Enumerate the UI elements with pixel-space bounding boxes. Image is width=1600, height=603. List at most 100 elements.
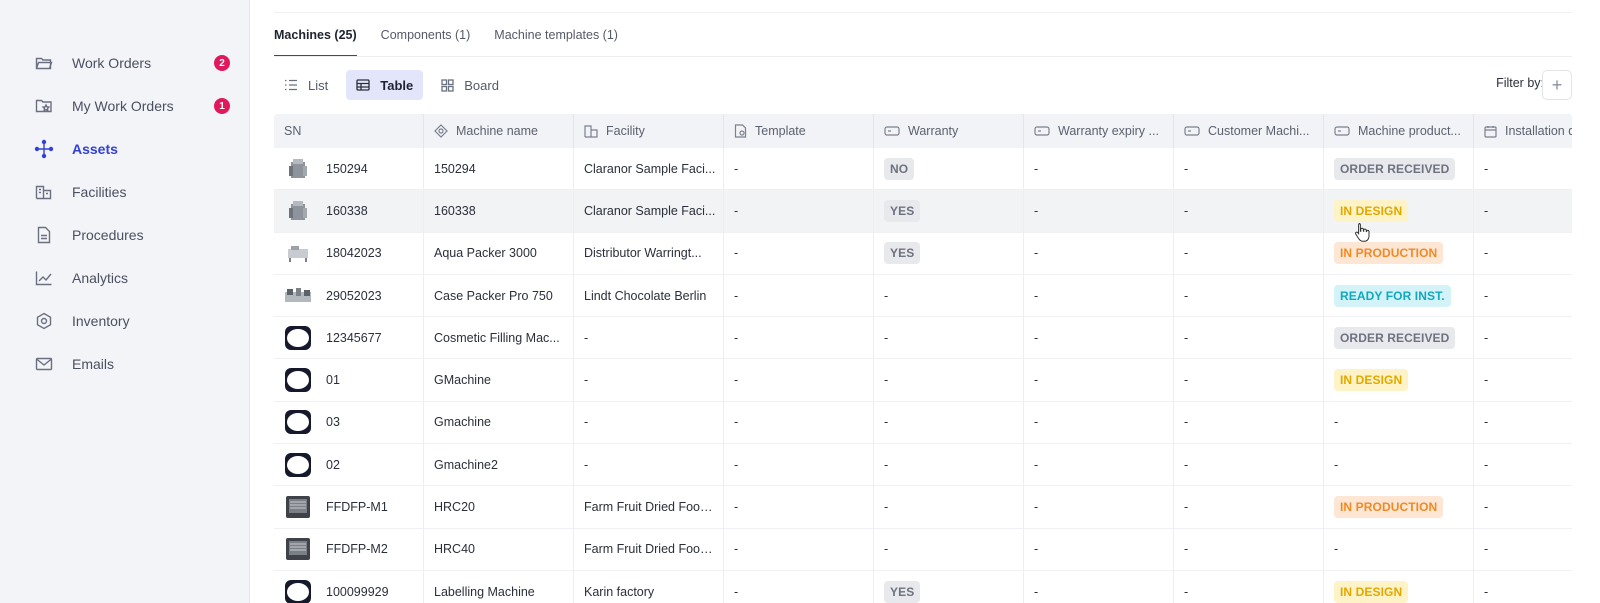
sidebar-item-work-orders[interactable]: Work Orders 2 — [34, 48, 234, 78]
cell-warranty-expiry[interactable]: - — [1024, 148, 1174, 190]
cell-machine-name[interactable]: Case Packer Pro 750 — [424, 274, 574, 317]
cell-customer-machine[interactable]: - — [1174, 190, 1324, 232]
board-view-button[interactable]: Board — [431, 70, 509, 100]
cell-warranty[interactable]: YES — [874, 190, 1024, 232]
cell-warranty-expiry[interactable]: - — [1024, 317, 1174, 359]
cell-warranty[interactable]: - — [874, 274, 1024, 317]
sidebar-item-inventory[interactable]: Inventory — [34, 306, 234, 336]
column-header-warranty[interactable]: Warranty — [874, 114, 1024, 148]
cell-warranty-expiry[interactable]: - — [1024, 486, 1174, 528]
cell-warranty[interactable]: - — [874, 486, 1024, 528]
cell-template[interactable]: - — [724, 148, 874, 190]
cell-facility[interactable]: - — [574, 317, 724, 359]
cell-machine-production[interactable]: ORDER RECEIVED — [1324, 148, 1474, 190]
cell-sn[interactable]: FFDFP-M2 — [274, 528, 424, 570]
table-view-button[interactable]: Table — [346, 70, 424, 100]
cell-machine-name[interactable]: Gmachine — [424, 401, 574, 444]
cell-machine-production[interactable]: - — [1324, 401, 1474, 444]
cell-customer-machine[interactable]: - — [1174, 232, 1324, 274]
cell-template[interactable]: - — [724, 528, 874, 570]
cell-customer-machine[interactable]: - — [1174, 528, 1324, 570]
cell-facility[interactable]: Distributor Warringt... — [574, 232, 724, 274]
cell-template[interactable]: - — [724, 401, 874, 444]
table-row[interactable]: 29052023 Case Packer Pro 750 Lindt Choco… — [274, 274, 1572, 318]
column-header-template[interactable]: Template — [724, 114, 874, 148]
cell-facility[interactable]: Farm Fruit Dried Food... — [574, 528, 724, 570]
table-row[interactable]: FFDFP-M1 HRC20 Farm Fruit Dried Food... … — [274, 486, 1572, 529]
table-row[interactable]: 01 GMachine - - - - - IN DESIGN - — [274, 359, 1572, 402]
column-header-installation[interactable]: Installation d — [1474, 114, 1572, 148]
cell-customer-machine[interactable]: - — [1174, 444, 1324, 486]
table-row[interactable]: 150294 150294 Claranor Sample Faci... - … — [274, 148, 1572, 191]
cell-facility[interactable]: - — [574, 401, 724, 444]
table-row[interactable]: FFDFP-M2 HRC40 Farm Fruit Dried Food... … — [274, 528, 1572, 571]
cell-customer-machine[interactable]: - — [1174, 317, 1324, 359]
cell-template[interactable]: - — [724, 232, 874, 274]
cell-customer-machine[interactable]: - — [1174, 570, 1324, 603]
cell-installation[interactable]: - — [1474, 444, 1572, 485]
cell-sn[interactable]: 18042023 — [274, 232, 424, 274]
cell-warranty[interactable]: - — [874, 401, 1024, 444]
column-header-machine-name[interactable]: Machine name — [424, 114, 574, 148]
table-row[interactable]: 12345677 Cosmetic Filling Mac... - - - -… — [274, 317, 1572, 360]
cell-machine-name[interactable]: Cosmetic Filling Mac... — [424, 317, 574, 359]
cell-installation[interactable]: - — [1474, 529, 1572, 570]
cell-installation[interactable]: - — [1474, 190, 1572, 231]
tab-components[interactable]: Components (1) — [381, 26, 471, 58]
cell-sn[interactable]: 160338 — [274, 190, 424, 232]
cell-customer-machine[interactable]: - — [1174, 486, 1324, 528]
cell-machine-production[interactable]: - — [1324, 444, 1474, 486]
cell-sn[interactable]: 100099929 — [274, 570, 424, 603]
table-row[interactable]: 02 Gmachine2 - - - - - - - — [274, 444, 1572, 487]
cell-machine-production[interactable]: IN DESIGN — [1324, 190, 1474, 232]
cell-template[interactable]: - — [724, 444, 874, 486]
sidebar-item-my-work-orders[interactable]: My Work Orders 1 — [34, 91, 234, 121]
cell-customer-machine[interactable]: - — [1174, 359, 1324, 401]
cell-machine-production[interactable]: IN PRODUCTION — [1324, 486, 1474, 528]
list-view-button[interactable]: List — [274, 70, 338, 100]
cell-installation[interactable]: - — [1474, 571, 1572, 603]
cell-installation[interactable]: - — [1474, 233, 1572, 274]
cell-machine-production[interactable]: IN DESIGN — [1324, 570, 1474, 603]
cell-facility[interactable]: Claranor Sample Faci... — [574, 148, 724, 190]
cell-sn[interactable]: 01 — [274, 359, 424, 401]
cell-template[interactable]: - — [724, 359, 874, 401]
cell-installation[interactable]: - — [1474, 359, 1572, 400]
cell-warranty[interactable]: - — [874, 528, 1024, 570]
cell-machine-name[interactable]: Labelling Machine — [424, 570, 574, 603]
sidebar-item-analytics[interactable]: Analytics — [34, 263, 234, 293]
column-header-facility[interactable]: Facility — [574, 114, 724, 148]
cell-sn[interactable]: 12345677 — [274, 317, 424, 359]
cell-machine-production[interactable]: ORDER RECEIVED — [1324, 317, 1474, 359]
cell-sn[interactable]: 02 — [274, 444, 424, 486]
cell-warranty-expiry[interactable]: - — [1024, 401, 1174, 444]
cell-warranty[interactable]: - — [874, 359, 1024, 401]
cell-machine-name[interactable]: Gmachine2 — [424, 444, 574, 486]
cell-installation[interactable]: - — [1474, 317, 1572, 358]
cell-installation[interactable]: - — [1474, 275, 1572, 316]
cell-warranty-expiry[interactable]: - — [1024, 232, 1174, 274]
cell-warranty-expiry[interactable]: - — [1024, 570, 1174, 603]
table-row[interactable]: 100099929 Labelling Machine Karin factor… — [274, 570, 1572, 603]
cell-customer-machine[interactable]: - — [1174, 148, 1324, 190]
column-header-sn[interactable]: SN — [274, 114, 424, 148]
cell-warranty-expiry[interactable]: - — [1024, 359, 1174, 401]
table-row[interactable]: 160338 160338 Claranor Sample Faci... - … — [274, 190, 1572, 233]
cell-warranty[interactable]: - — [874, 444, 1024, 486]
cell-warranty[interactable]: YES — [874, 232, 1024, 274]
cell-template[interactable]: - — [724, 274, 874, 317]
tab-machine-templates[interactable]: Machine templates (1) — [494, 26, 618, 58]
table-row[interactable]: 03 Gmachine - - - - - - - — [274, 401, 1572, 445]
cell-machine-name[interactable]: HRC20 — [424, 486, 574, 528]
table-row[interactable]: 18042023 Aqua Packer 3000 Distributor Wa… — [274, 232, 1572, 275]
cell-sn[interactable]: 150294 — [274, 148, 424, 190]
cell-sn[interactable]: 29052023 — [274, 274, 424, 317]
sidebar-item-assets[interactable]: Assets — [34, 134, 234, 164]
sidebar-item-procedures[interactable]: Procedures — [34, 220, 234, 250]
cell-sn[interactable]: FFDFP-M1 — [274, 486, 424, 528]
cell-warranty[interactable]: NO — [874, 148, 1024, 190]
cell-facility[interactable]: - — [574, 359, 724, 401]
cell-customer-machine[interactable]: - — [1174, 274, 1324, 317]
cell-installation[interactable]: - — [1474, 402, 1572, 443]
column-header-machine-production[interactable]: Machine product... — [1324, 114, 1474, 148]
